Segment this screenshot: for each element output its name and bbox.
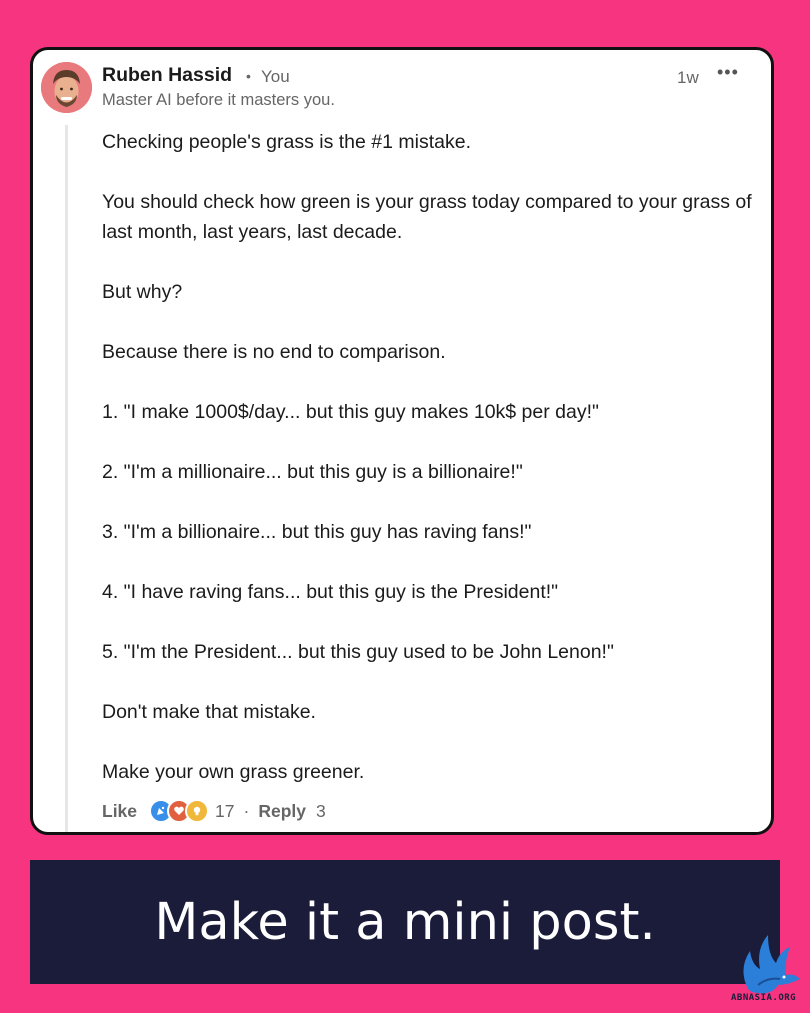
reactions-summary[interactable] [149,799,210,823]
relation-label: You [261,67,290,86]
thread-line [65,125,68,832]
list-item: 5. "I'm the President... but this guy us… [102,641,614,663]
list-item: 3. "I'm a billionaire... but this guy ha… [102,521,532,543]
banner-text: Make it a mini post. [154,892,656,952]
list-item: 4. "I have raving fans... but this guy i… [102,581,559,603]
list-item: 2. "I'm a millionaire... but this guy is… [102,461,523,483]
paragraph: You should check how green is your grass… [102,191,752,243]
caption-banner: Make it a mini post. [30,860,780,984]
comment-actions: Like 17 · Reply 3 [102,799,326,823]
author-tagline: Master AI before it masters you. [102,91,335,109]
insightful-icon [185,799,210,823]
more-options-icon[interactable]: ••• [717,62,739,83]
comment-body: Checking people's grass is the #1 mistak… [102,127,752,817]
avatar[interactable] [41,62,92,113]
like-button[interactable]: Like [102,801,137,822]
paragraph: Because there is no end to comparison. [102,341,446,363]
timestamp: 1w [677,68,699,87]
separator-dot: • [246,68,251,84]
list-item: 1. "I make 1000$/day... but this guy mak… [102,401,599,423]
action-separator: · [243,800,250,821]
paragraph: Checking people's grass is the #1 mistak… [102,131,471,153]
reply-button[interactable]: Reply [258,801,306,822]
watermark-text: ABNASIA.ORG [731,993,797,1003]
reply-count[interactable]: 3 [316,801,326,822]
reaction-count[interactable]: 17 [215,801,234,822]
paragraph: But why? [102,281,183,303]
author-name[interactable]: Ruben Hassid [102,64,232,87]
paragraph: Make your own grass greener. [102,761,365,783]
paragraph: Don't make that mistake. [102,701,316,723]
comment-card: Ruben Hassid • You Master AI before it m… [30,47,774,835]
